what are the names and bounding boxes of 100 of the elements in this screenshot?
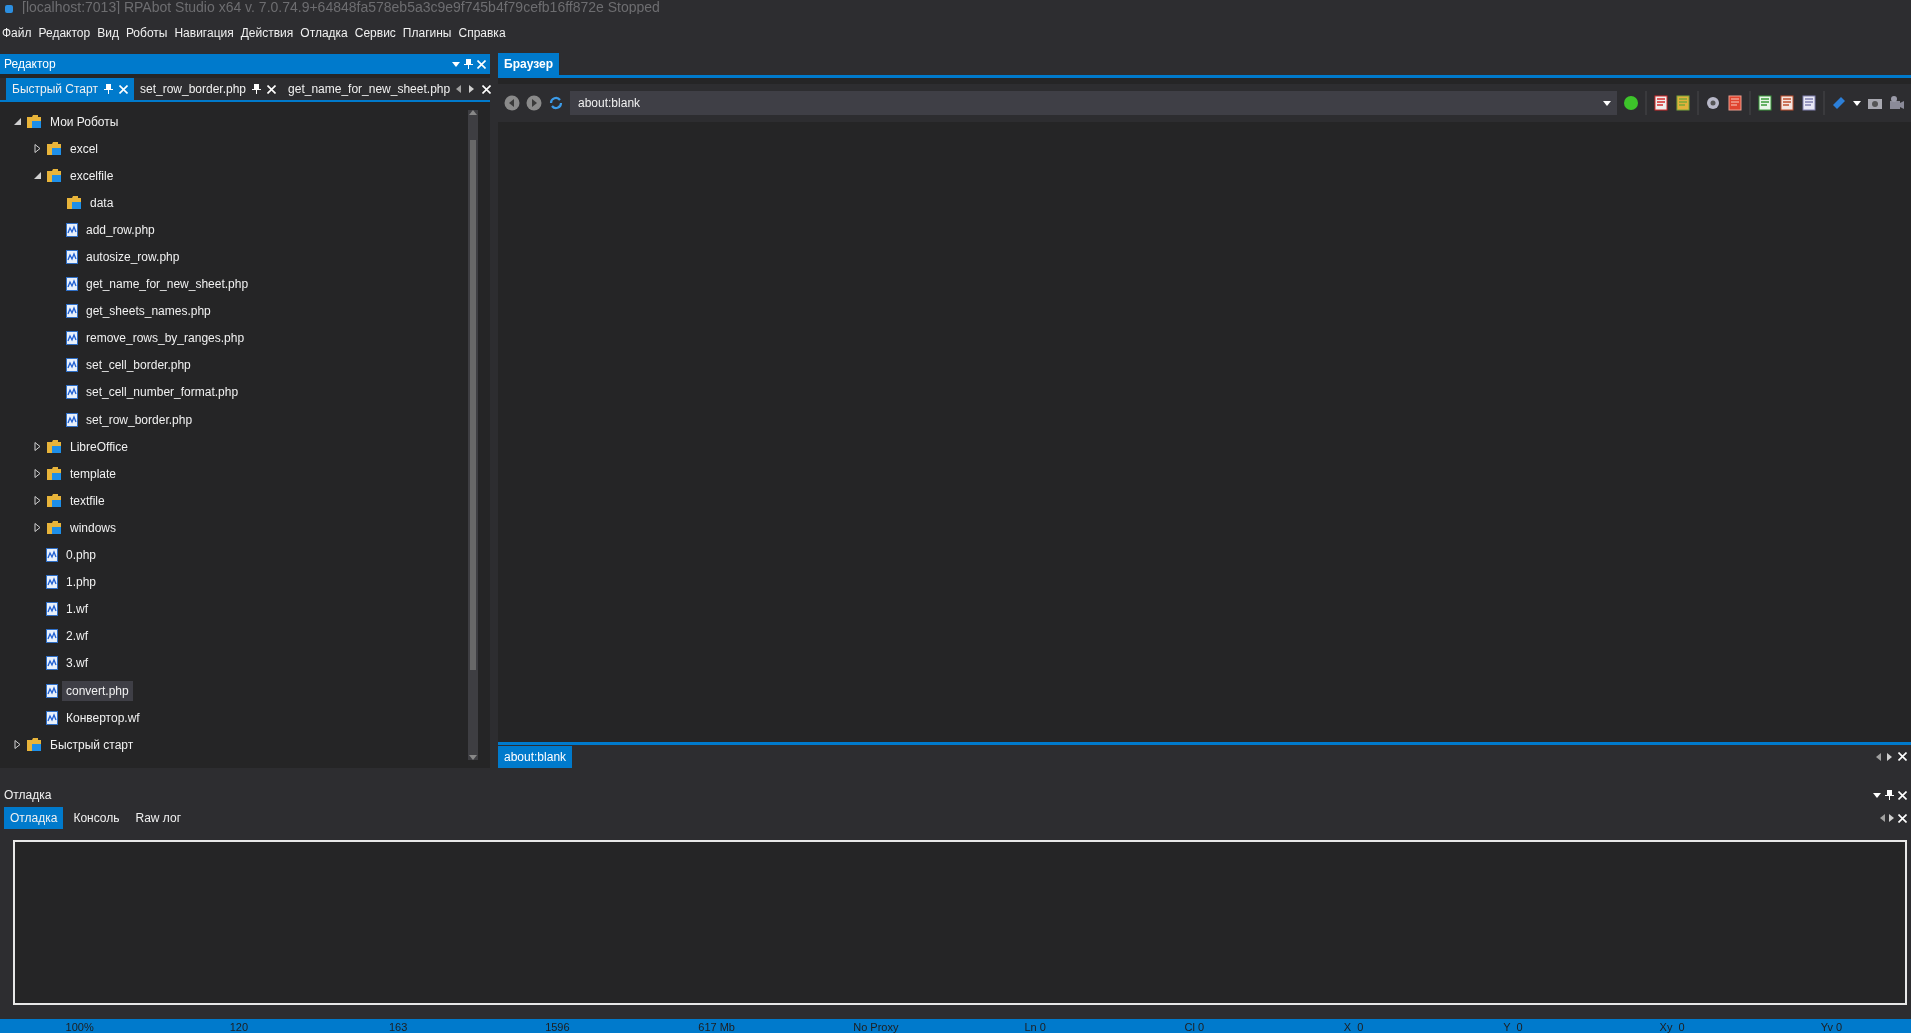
tree-item[interactable]: 3.wf bbox=[62, 653, 92, 674]
tree-item[interactable]: Конвертор.wf bbox=[62, 707, 144, 728]
tree-item[interactable]: set_cell_number_format.php bbox=[82, 382, 243, 403]
tree-item[interactable]: excelfile bbox=[66, 165, 118, 186]
scroll-right-icon[interactable] bbox=[1889, 814, 1894, 822]
dropdown-icon[interactable] bbox=[1853, 100, 1861, 106]
browser-tab[interactable]: Браузер bbox=[498, 53, 559, 75]
dropdown-icon[interactable] bbox=[1603, 100, 1611, 106]
debug-tab[interactable]: Raw лог bbox=[129, 807, 188, 829]
collapsed-arrow-icon[interactable] bbox=[34, 469, 42, 479]
forward-icon[interactable] bbox=[526, 95, 542, 111]
menu-item[interactable]: Справка bbox=[458, 26, 506, 40]
document-icon bbox=[66, 250, 78, 264]
menu-item[interactable]: Роботы bbox=[125, 26, 168, 40]
close-icon[interactable] bbox=[267, 84, 277, 94]
page-tab[interactable]: about:blank bbox=[498, 745, 573, 768]
menu-item[interactable]: Действия bbox=[240, 26, 294, 40]
collapsed-arrow-icon[interactable] bbox=[34, 496, 42, 506]
document-icon bbox=[66, 412, 78, 427]
address-bar[interactable]: about:blank bbox=[570, 91, 1617, 115]
document-icon[interactable] bbox=[1801, 95, 1817, 111]
tree-item[interactable]: Быстрый старт bbox=[46, 734, 138, 755]
status-text: Cl 0 bbox=[1183, 1021, 1206, 1033]
tree-item[interactable]: get_sheets_names.php bbox=[82, 301, 215, 322]
folder-icon bbox=[46, 520, 62, 536]
document-icon bbox=[66, 385, 78, 400]
expanded-arrow-icon[interactable] bbox=[14, 117, 22, 127]
folder-icon bbox=[46, 439, 62, 455]
tree-item[interactable]: 0.php bbox=[62, 545, 101, 566]
pin-icon[interactable] bbox=[252, 84, 262, 94]
debug-tab[interactable]: Отладка bbox=[4, 807, 64, 829]
document-icon bbox=[66, 277, 78, 292]
status-text: 120 bbox=[228, 1021, 250, 1033]
menu-item[interactable]: Отладка bbox=[300, 26, 348, 40]
document-icon bbox=[66, 304, 78, 319]
tree-item[interactable]: add_row.php bbox=[82, 219, 159, 240]
tree-item[interactable]: set_row_border.php bbox=[82, 409, 197, 430]
collapsed-arrow-icon[interactable] bbox=[34, 523, 42, 533]
tree-item[interactable]: 2.wf bbox=[62, 626, 92, 647]
close-icon[interactable] bbox=[1898, 813, 1907, 823]
refresh-icon[interactable] bbox=[548, 95, 564, 111]
tree-item[interactable]: autosize_row.php bbox=[82, 247, 184, 267]
video-camera-icon[interactable] bbox=[1889, 95, 1905, 111]
close-icon[interactable] bbox=[482, 84, 492, 94]
status-text: Y 0 bbox=[1502, 1021, 1524, 1033]
document-icon bbox=[66, 358, 78, 373]
tree-item[interactable]: convert.php bbox=[62, 680, 133, 701]
scroll-left-icon[interactable] bbox=[456, 85, 462, 93]
close-icon[interactable] bbox=[1898, 790, 1907, 800]
debug-tab[interactable]: Консоль bbox=[67, 807, 126, 829]
tree-item[interactable]: data bbox=[86, 192, 118, 213]
tree-item[interactable]: excel bbox=[66, 138, 102, 159]
tree-item[interactable]: Мои Роботы bbox=[46, 111, 123, 132]
scroll-left-icon[interactable] bbox=[1876, 752, 1881, 761]
folder-icon bbox=[66, 195, 82, 211]
status-text: X 0 bbox=[1342, 1021, 1365, 1033]
scroll-left-icon[interactable] bbox=[1880, 814, 1885, 822]
menu-item[interactable]: Навигация bbox=[174, 26, 234, 40]
status-text: Ln 0 bbox=[1023, 1021, 1047, 1033]
tree-item[interactable]: 1.wf bbox=[62, 599, 92, 620]
collapsed-arrow-icon[interactable] bbox=[14, 740, 22, 750]
folder-icon bbox=[26, 114, 42, 130]
menu-item[interactable]: Вид bbox=[97, 26, 119, 40]
tree-item[interactable]: textfile bbox=[66, 490, 109, 511]
scroll-down-icon[interactable] bbox=[469, 755, 477, 760]
spreadsheet-icon[interactable] bbox=[1757, 95, 1773, 111]
menu-item[interactable]: Файл bbox=[2, 26, 32, 40]
close-icon[interactable] bbox=[1898, 752, 1907, 761]
pin-icon[interactable] bbox=[1885, 790, 1894, 800]
settings-icon[interactable] bbox=[1705, 95, 1721, 111]
status-dot-icon bbox=[1623, 95, 1639, 111]
document-icon bbox=[46, 548, 58, 563]
tree-item[interactable]: get_name_for_new_sheet.php bbox=[82, 274, 253, 295]
scroll-right-icon[interactable] bbox=[469, 85, 475, 93]
document-icon bbox=[46, 683, 58, 698]
expanded-arrow-icon[interactable] bbox=[34, 171, 42, 181]
editor-tab[interactable]: set_row_border.php bbox=[133, 78, 283, 100]
scroll-up-icon[interactable] bbox=[469, 110, 477, 115]
tree-item[interactable]: windows bbox=[66, 517, 121, 538]
scroll-right-icon[interactable] bbox=[1887, 752, 1892, 761]
tree-item[interactable]: 1.php bbox=[62, 572, 101, 593]
dropdown-icon[interactable] bbox=[1873, 792, 1881, 798]
folder-icon bbox=[26, 737, 42, 753]
tree-item[interactable]: template bbox=[66, 463, 121, 484]
report-icon[interactable] bbox=[1779, 95, 1795, 111]
editor-tab[interactable]: get_name_for_new_sheet.php bbox=[282, 78, 457, 100]
menu-item[interactable]: Плагины bbox=[402, 26, 452, 40]
status-text: 617 Mb bbox=[697, 1021, 736, 1033]
folder-icon bbox=[46, 466, 62, 482]
tree-item[interactable]: LibreOffice bbox=[66, 436, 132, 457]
collapsed-arrow-icon[interactable] bbox=[34, 144, 42, 154]
status-text: Xy 0 bbox=[1658, 1021, 1686, 1033]
panel-title: Отладка bbox=[4, 788, 53, 802]
scrollbar[interactable] bbox=[468, 110, 478, 760]
tree-item[interactable]: set_cell_border.php bbox=[82, 355, 195, 376]
back-icon[interactable] bbox=[504, 95, 520, 111]
collapsed-arrow-icon[interactable] bbox=[34, 442, 42, 452]
tree-item[interactable]: remove_rows_by_ranges.php bbox=[82, 328, 249, 349]
menu-item[interactable]: Сервис bbox=[354, 26, 396, 40]
menu-item[interactable]: Редактор bbox=[38, 26, 91, 40]
